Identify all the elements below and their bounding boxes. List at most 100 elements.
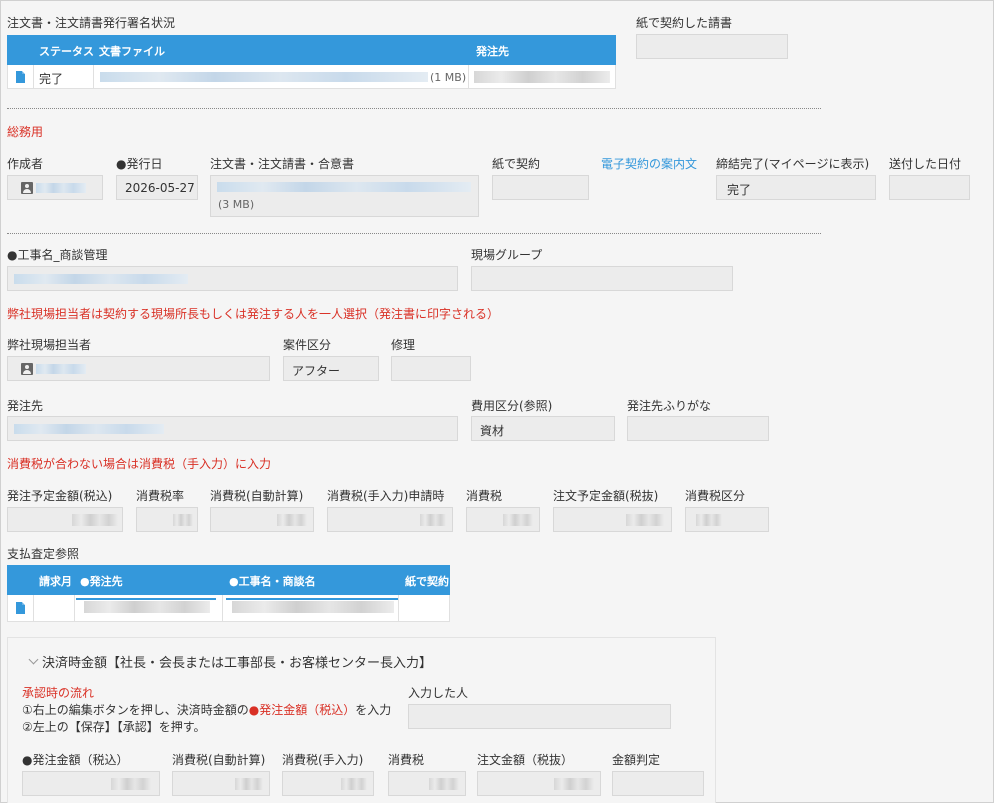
approval-step-2: ②左上の【保存】【承認】を押す。 (22, 720, 206, 734)
issue-date-value: 2026-05-27 (125, 181, 195, 195)
tax-note: 消費税が合わない場合は消費税（手入力）に入力 (7, 457, 272, 471)
settle-tax-auto-field (172, 771, 270, 796)
paper-contract-request-field (636, 34, 788, 59)
cost-category-value: 資材 (480, 424, 505, 438)
planned-amount-incl-label: 発注予定金額(税込) (7, 489, 113, 503)
planned-amount-excl-field (553, 507, 672, 532)
file-name-link[interactable] (100, 72, 428, 82)
order-amount-incl-label: ●発注金額（税込） (22, 753, 129, 767)
tax-label: 消費税 (466, 489, 503, 503)
creator-field (7, 175, 103, 200)
tax-manual-label: 消費税(手入力)申請時 (327, 489, 445, 503)
payment-paper-header: 紙で契約 (405, 575, 449, 588)
order-amount-excl-label: 注文金額（税抜） (477, 753, 574, 767)
completion-field: 完了 (716, 175, 876, 200)
supplier-column-header: 発注先 (476, 45, 509, 58)
repair-field (391, 356, 471, 381)
tax-rate-field (136, 507, 198, 532)
settle-tax-label: 消費税 (388, 753, 425, 767)
settlement-panel: 決済時金額【社長・会長または工事部長・お客様センター長入力】 承認時の流れ ①右… (7, 637, 716, 803)
payment-project-header: ●工事名・商談名 (229, 575, 316, 588)
issue-date-field: 2026-05-27 (116, 175, 198, 200)
billing-month-header: 請求月 (39, 575, 72, 588)
cost-category-field: 資材 (471, 416, 615, 441)
status-table-row: 完了 (1 MB) (7, 65, 616, 89)
payment-project-value (232, 601, 394, 613)
documents-label: 注文書・注文請書・合意書 (210, 157, 355, 171)
tax-auto-label: 消費税(自動計算) (210, 489, 304, 503)
tax-auto-field (210, 507, 314, 532)
payment-table-row (7, 595, 450, 622)
planned-amount-excl-value (626, 514, 664, 526)
case-category-field: アフター (283, 356, 379, 381)
supplier-field (7, 416, 458, 441)
tax-manual-field (327, 507, 453, 532)
status-column-header: ステータス (39, 45, 94, 58)
general-affairs-label: 総務用 (7, 125, 44, 139)
completion-label: 締結完了(マイページに表示) (716, 157, 870, 171)
creator-label: 作成者 (7, 157, 44, 171)
order-amount-incl-field (22, 771, 160, 796)
entered-by-label: 入力した人 (408, 686, 469, 700)
project-name-label: ●工事名_商談管理 (7, 248, 108, 262)
creator-name[interactable] (36, 183, 86, 193)
user-icon (21, 182, 33, 194)
order-amount-incl-value (111, 778, 151, 790)
approval-step-1: ①右上の編集ボタンを押し、決済時金額の●発注金額（税込）を入力 (22, 703, 392, 717)
document-icon[interactable] (16, 602, 25, 614)
issue-date-label: ●発行日 (116, 157, 163, 171)
payment-supplier-header: ●発注先 (80, 575, 123, 588)
chevron-down-icon[interactable] (28, 654, 39, 665)
settle-tax-manual-field (282, 771, 374, 796)
supplier-link[interactable] (14, 424, 164, 434)
amount-check-field (612, 771, 704, 796)
tax-manual-value (420, 514, 446, 526)
tax-category-label: 消費税区分 (685, 489, 746, 503)
file-size: (1 MB) (430, 71, 467, 84)
status-table-header: ステータス 文書ファイル 発注先 (7, 35, 616, 65)
completion-value: 完了 (727, 183, 752, 197)
approval-flow-title: 承認時の流れ (22, 686, 95, 700)
documents-field: (3 MB) (210, 175, 479, 217)
order-amount-excl-value (554, 778, 594, 790)
case-category-value: アフター (292, 364, 341, 378)
documents-file-link[interactable] (217, 182, 471, 192)
settle-tax-value (429, 778, 459, 790)
file-column-header: 文書ファイル (99, 45, 165, 58)
paper-contract-request-label: 紙で契約した請書 (636, 16, 733, 30)
settle-tax-auto-label: 消費税(自動計算) (172, 753, 266, 767)
manager-label: 弊社現場担当者 (7, 338, 92, 352)
settle-tax-auto-value (235, 778, 263, 790)
paper-contract-label: 紙で契約 (492, 157, 541, 171)
manager-note: 弊社現場担当者は契約する現場所長もしくは発注する人を一人選択（発注書に印字される… (7, 307, 500, 321)
payment-table-header: 請求月 ●発注先 ●工事名・商談名 紙で契約 (7, 565, 450, 595)
entered-by-field (408, 704, 671, 729)
documents-size: (3 MB) (218, 198, 255, 211)
sent-date-field (889, 175, 970, 200)
supplier-label: 発注先 (7, 399, 44, 413)
settlement-title[interactable]: 決済時金額【社長・会長または工事部長・お客様センター長入力】 (42, 652, 432, 671)
manager-name[interactable] (36, 364, 86, 374)
order-amount-excl-field (477, 771, 601, 796)
e-contract-guide-link[interactable]: 電子契約の案内文 (601, 155, 697, 172)
planned-amount-incl-field (7, 507, 123, 532)
record-detail-page: 注文書・注文請書発行署名状況 ステータス 文書ファイル 発注先 完了 (1 MB… (0, 0, 994, 803)
planned-amount-excl-label: 注文予定金額(税抜) (553, 489, 659, 503)
supplier-kana-field (627, 416, 769, 441)
user-icon (21, 363, 33, 375)
supplier-kana-label: 発注先ふりがな (627, 399, 712, 413)
document-icon[interactable] (16, 71, 25, 83)
tax-category-value (696, 514, 722, 526)
status-value: 完了 (39, 72, 64, 86)
project-name-link[interactable] (14, 274, 188, 284)
settle-tax-field (388, 771, 466, 796)
repair-label: 修理 (391, 338, 416, 352)
tax-field (466, 507, 540, 532)
settle-tax-manual-label: 消費税(手入力) (282, 753, 364, 767)
payment-section-label: 支払査定参照 (7, 547, 80, 561)
tax-value (503, 514, 533, 526)
amount-check-label: 金額判定 (612, 753, 661, 767)
manager-field (7, 356, 270, 381)
tax-rate-value (173, 514, 193, 526)
supplier-value (474, 71, 610, 83)
